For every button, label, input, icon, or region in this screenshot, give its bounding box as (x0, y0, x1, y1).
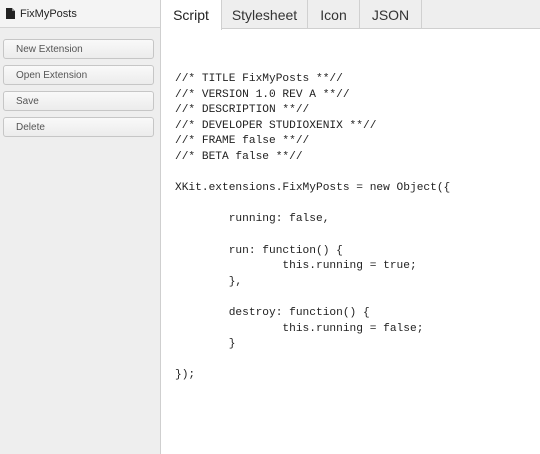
script-editor[interactable]: //* TITLE FixMyPosts **// //* VERSION 1.… (175, 72, 450, 384)
extension-title-bar: FixMyPosts (0, 0, 160, 28)
new-extension-button[interactable]: New Extension (3, 39, 154, 59)
extension-title: FixMyPosts (20, 7, 77, 20)
sidebar: FixMyPosts New Extension Open Extension … (0, 0, 161, 454)
tab-stylesheet[interactable]: Stylesheet (222, 0, 308, 29)
delete-button[interactable]: Delete (3, 117, 154, 137)
editor-tab-bar: Script Stylesheet Icon JSON (161, 0, 540, 30)
tab-icon[interactable]: Icon (308, 0, 360, 29)
tab-json[interactable]: JSON (360, 0, 422, 29)
tab-script[interactable]: Script (161, 0, 222, 30)
save-button[interactable]: Save (3, 91, 154, 111)
file-icon (6, 8, 15, 19)
open-extension-button[interactable]: Open Extension (3, 65, 154, 85)
